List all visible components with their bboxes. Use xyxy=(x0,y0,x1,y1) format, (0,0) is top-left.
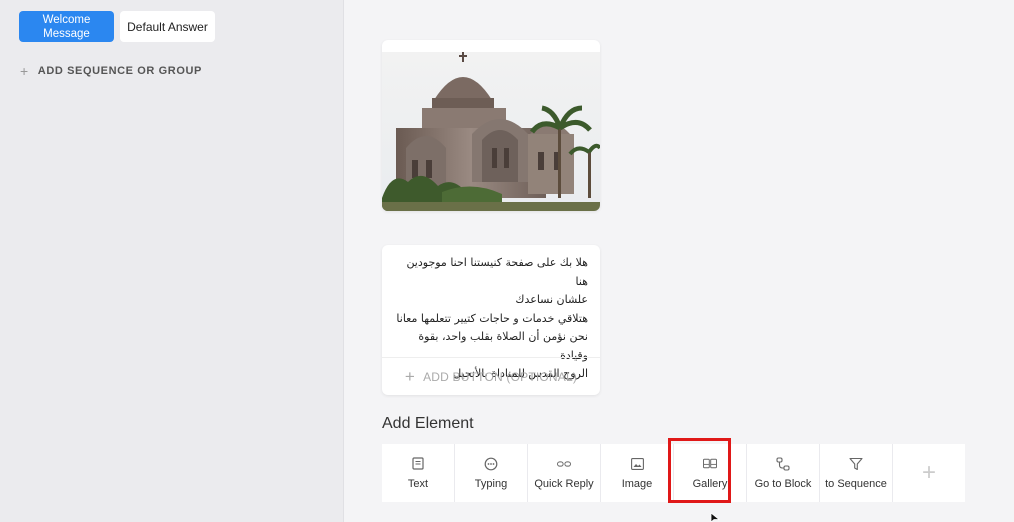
typing-icon xyxy=(484,457,498,471)
sidebar: Welcome Message Default Answer + ADD SEQ… xyxy=(0,0,344,522)
message-text[interactable]: هلا بك على صفحة كنيستنا احنا موجودين هنا… xyxy=(382,245,600,380)
add-gallery-button[interactable]: Gallery xyxy=(668,438,746,503)
add-element-title: Add Element xyxy=(382,415,474,432)
church-photo xyxy=(382,52,600,211)
text-icon xyxy=(411,457,425,471)
image-icon xyxy=(630,457,644,471)
highlight-box xyxy=(668,438,731,503)
filter-icon xyxy=(849,457,863,471)
quick-reply-icon xyxy=(557,457,571,471)
tool-label: Typing xyxy=(474,477,508,490)
add-typing-button[interactable]: Typing xyxy=(455,444,527,502)
tool-label: Image xyxy=(621,477,653,490)
tool-label: Go to Block xyxy=(754,477,812,490)
add-sequence-button[interactable]: + ADD SEQUENCE OR GROUP xyxy=(20,63,202,79)
more-elements-button[interactable]: + xyxy=(893,444,965,502)
plus-icon: + xyxy=(404,366,416,386)
tool-label: Quick Reply xyxy=(534,477,594,490)
block-list: Welcome Message Default Answer xyxy=(19,11,215,42)
tool-label: Text xyxy=(407,477,429,490)
plus-icon: + xyxy=(921,459,936,486)
text-message-card[interactable]: هلا بك على صفحة كنيستنا احنا موجودين هنا… xyxy=(382,245,600,395)
gallery-icon xyxy=(703,457,717,471)
go-to-block-icon xyxy=(776,456,790,471)
to-sequence-button[interactable]: to Sequence xyxy=(820,444,892,502)
editor-area: هلا بك على صفحة كنيستنا احنا موجودين هنا… xyxy=(345,0,1014,522)
add-button-optional[interactable]: + ADD BUTTON (OPTIONAL) xyxy=(382,357,600,395)
go-to-block-button[interactable]: Go to Block xyxy=(747,444,819,502)
plus-icon: + xyxy=(20,63,29,79)
tool-label: to Sequence xyxy=(825,477,887,490)
tool-label: Gallery xyxy=(692,477,728,490)
add-sequence-label: ADD SEQUENCE OR GROUP xyxy=(37,65,202,77)
mouse-cursor-icon xyxy=(710,513,721,522)
image-card[interactable] xyxy=(382,40,600,211)
block-default-answer[interactable]: Default Answer xyxy=(120,11,215,42)
add-quick-reply-button[interactable]: Quick Reply xyxy=(528,444,600,502)
add-image-button[interactable]: Image xyxy=(601,444,673,502)
block-welcome-message[interactable]: Welcome Message xyxy=(19,11,114,42)
add-element-toolbar: Text Typing Quick Reply Image Gallery Go… xyxy=(382,438,965,503)
add-button-label: ADD BUTTON (OPTIONAL) xyxy=(423,369,578,384)
add-text-button[interactable]: Text xyxy=(382,444,454,502)
